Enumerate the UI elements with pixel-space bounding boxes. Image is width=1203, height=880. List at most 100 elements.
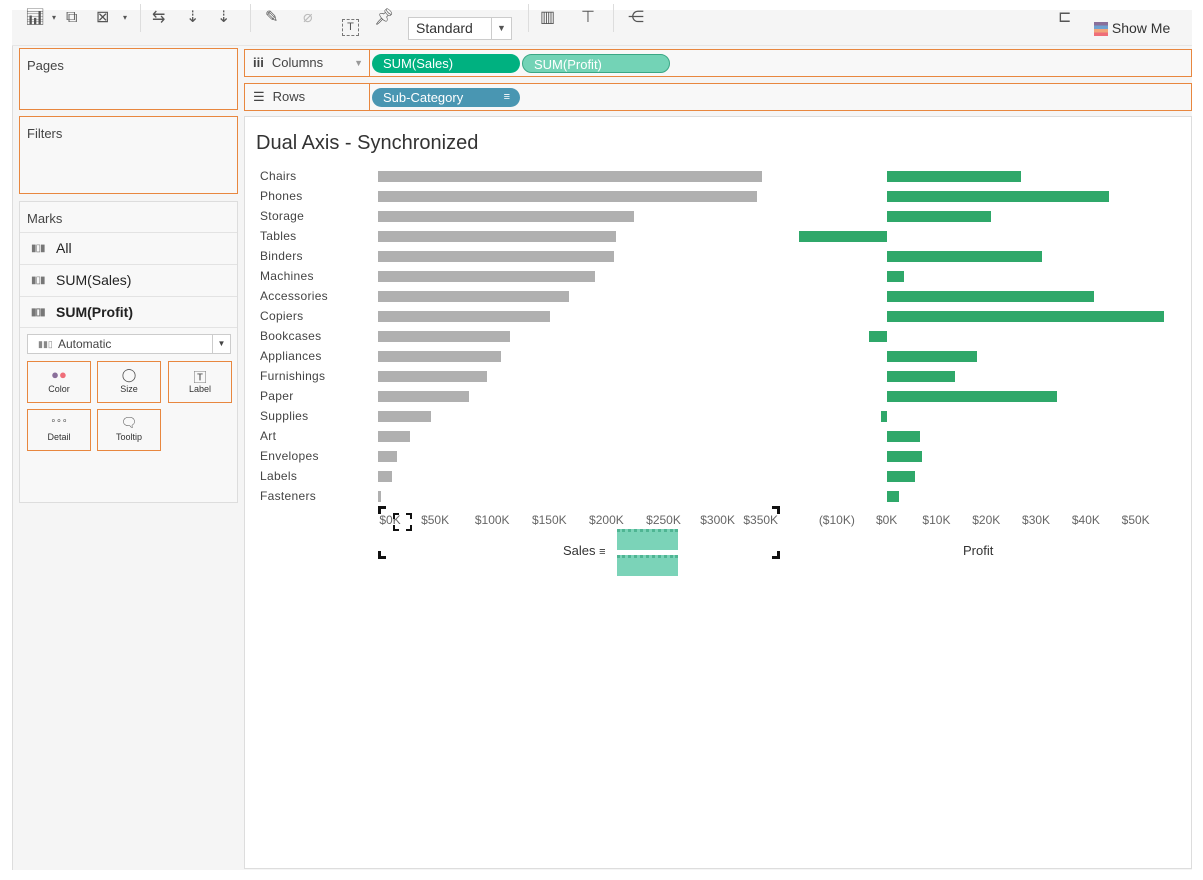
profit-bar[interactable]	[886, 391, 1057, 402]
profit-bar[interactable]	[880, 411, 887, 422]
share-icon[interactable]: ⋲	[628, 8, 644, 28]
rows-label: ☰ Rows	[245, 84, 370, 110]
swap-icon[interactable]: ⇆	[152, 8, 165, 28]
profit-tick-label: $40K	[1071, 513, 1100, 527]
columns-shelf[interactable]: iii Columns ▼ SUM(Sales) SUM(Profit)	[244, 49, 1192, 77]
signpost-icon[interactable]: ⊏	[1058, 8, 1071, 28]
sort-descending-icon[interactable]: ⇣	[217, 8, 230, 28]
label-icon: 🅃︎	[193, 370, 207, 385]
dragged-axis-ruler[interactable]	[617, 529, 678, 550]
detail-card[interactable]: ∘∘∘ Detail	[27, 409, 91, 451]
profit-bar[interactable]	[886, 371, 956, 382]
presentation-icon[interactable]: ⊤	[581, 8, 595, 28]
axis-title-text: Sales	[563, 543, 596, 558]
marks-row-sum-profit[interactable]: ▮▯▮ SUM(Profit)	[20, 296, 237, 328]
mark-type-dropdown[interactable]: ▮▮▯ Automatic ▼	[27, 334, 231, 354]
sales-bar[interactable]	[378, 171, 762, 182]
category-label: Labels	[260, 469, 298, 483]
profit-bar[interactable]	[886, 191, 1109, 202]
duplicate-sheet-icon[interactable]: ⧉	[66, 8, 77, 28]
profit-bar[interactable]	[886, 451, 922, 462]
marks-row-sum-sales[interactable]: ▮▯▮ SUM(Sales)	[20, 264, 237, 296]
profit-bar[interactable]	[886, 491, 899, 502]
sales-bar[interactable]	[378, 271, 595, 282]
size-card[interactable]: ◯ Size	[97, 361, 161, 403]
profit-bar[interactable]	[798, 231, 887, 242]
sales-bar[interactable]	[378, 451, 397, 462]
pill-sum-profit[interactable]: SUM(Profit)	[522, 54, 670, 73]
filters-shelf[interactable]: Filters	[19, 116, 238, 194]
dragged-axis-ruler[interactable]	[617, 555, 678, 576]
profit-axis-title[interactable]: Profit	[963, 543, 993, 558]
marks-row-all[interactable]: ▮▯▮ All	[20, 232, 237, 264]
sales-bar[interactable]	[378, 211, 635, 222]
profit-bar[interactable]	[886, 351, 978, 362]
sales-bar[interactable]	[378, 351, 502, 362]
label-card[interactable]: 🅃︎ Label	[168, 361, 232, 403]
select-value: Standard	[416, 20, 473, 36]
fit-icon[interactable]: ▥	[540, 8, 555, 28]
sales-bar[interactable]	[378, 391, 470, 402]
category-label: Accessories	[260, 289, 328, 303]
show-me-button[interactable]: Show Me	[1094, 20, 1170, 37]
pages-shelf[interactable]: Pages	[19, 48, 238, 110]
pill-sum-sales[interactable]: SUM(Sales)	[372, 54, 520, 73]
sales-bar[interactable]	[378, 491, 382, 502]
shelf-label: Columns	[271, 55, 324, 70]
rows-shelf[interactable]: ☰ Rows Sub-Category ≡	[244, 83, 1192, 111]
profit-bar[interactable]	[886, 271, 904, 282]
profit-bar[interactable]	[886, 171, 1022, 182]
sales-axis-title[interactable]: Sales ≡	[563, 543, 606, 558]
new-worksheet-icon[interactable]: 📊︎	[25, 8, 45, 28]
dropdown-arrow-icon[interactable]: ▾	[52, 8, 56, 28]
profit-bar[interactable]	[886, 211, 992, 222]
columns-icon: iii	[253, 55, 264, 70]
category-label: Appliances	[260, 349, 322, 363]
pin-icon[interactable]: 📌︎	[374, 8, 394, 28]
card-label: Color	[48, 384, 70, 394]
sales-bar[interactable]	[378, 231, 616, 242]
sales-bar[interactable]	[378, 431, 410, 442]
chevron-down-icon[interactable]: ▼	[354, 50, 363, 76]
profit-tick-label: $50K	[1121, 513, 1150, 527]
drop-target-corner	[378, 506, 386, 514]
card-label: Size	[120, 384, 138, 394]
sales-bar[interactable]	[378, 291, 570, 302]
clear-sheet-icon[interactable]: ⊠	[96, 8, 109, 28]
pages-title: Pages	[27, 58, 64, 73]
dropdown-arrow-icon[interactable]: ▾	[123, 8, 127, 28]
pill-sub-category[interactable]: Sub-Category ≡	[372, 88, 520, 107]
highlight-icon[interactable]: ✎	[265, 8, 278, 28]
label-icon[interactable]: T	[342, 19, 359, 36]
sales-bar[interactable]	[378, 371, 488, 382]
sales-bar[interactable]	[378, 331, 511, 342]
profit-bar[interactable]	[886, 431, 920, 442]
drop-target-corner	[772, 551, 780, 559]
profit-bar[interactable]	[886, 471, 915, 482]
sales-bar[interactable]	[378, 471, 393, 482]
sales-bar[interactable]	[378, 191, 758, 202]
profit-bar[interactable]	[868, 331, 887, 342]
mark-type-select[interactable]: Standard ▼	[408, 17, 512, 40]
tooltip-card[interactable]: 🗨︎ Tooltip	[97, 409, 161, 451]
profit-bar[interactable]	[886, 311, 1164, 322]
category-label: Binders	[260, 249, 303, 263]
sort-ascending-icon[interactable]: ⇣	[186, 8, 199, 28]
category-label: Storage	[260, 209, 305, 223]
drop-target-corner	[378, 551, 386, 559]
profit-bar[interactable]	[886, 291, 1094, 302]
profit-tick-label: $20K	[972, 513, 1001, 527]
marks-row-label: All	[56, 240, 72, 256]
sales-tick-label: $250K	[646, 513, 681, 527]
sales-bar[interactable]	[378, 251, 615, 262]
color-card[interactable]: ●● Color	[27, 361, 91, 403]
sales-bar[interactable]	[378, 311, 551, 322]
sales-tick-label: $50K	[421, 513, 450, 527]
filters-title: Filters	[27, 126, 63, 141]
category-label: Tables	[260, 229, 297, 243]
category-label: Bookcases	[260, 329, 322, 343]
sort-icon[interactable]: ≡	[599, 546, 605, 558]
sales-bar[interactable]	[378, 411, 432, 422]
color-icon: ●●	[51, 367, 67, 382]
profit-bar[interactable]	[886, 251, 1043, 262]
